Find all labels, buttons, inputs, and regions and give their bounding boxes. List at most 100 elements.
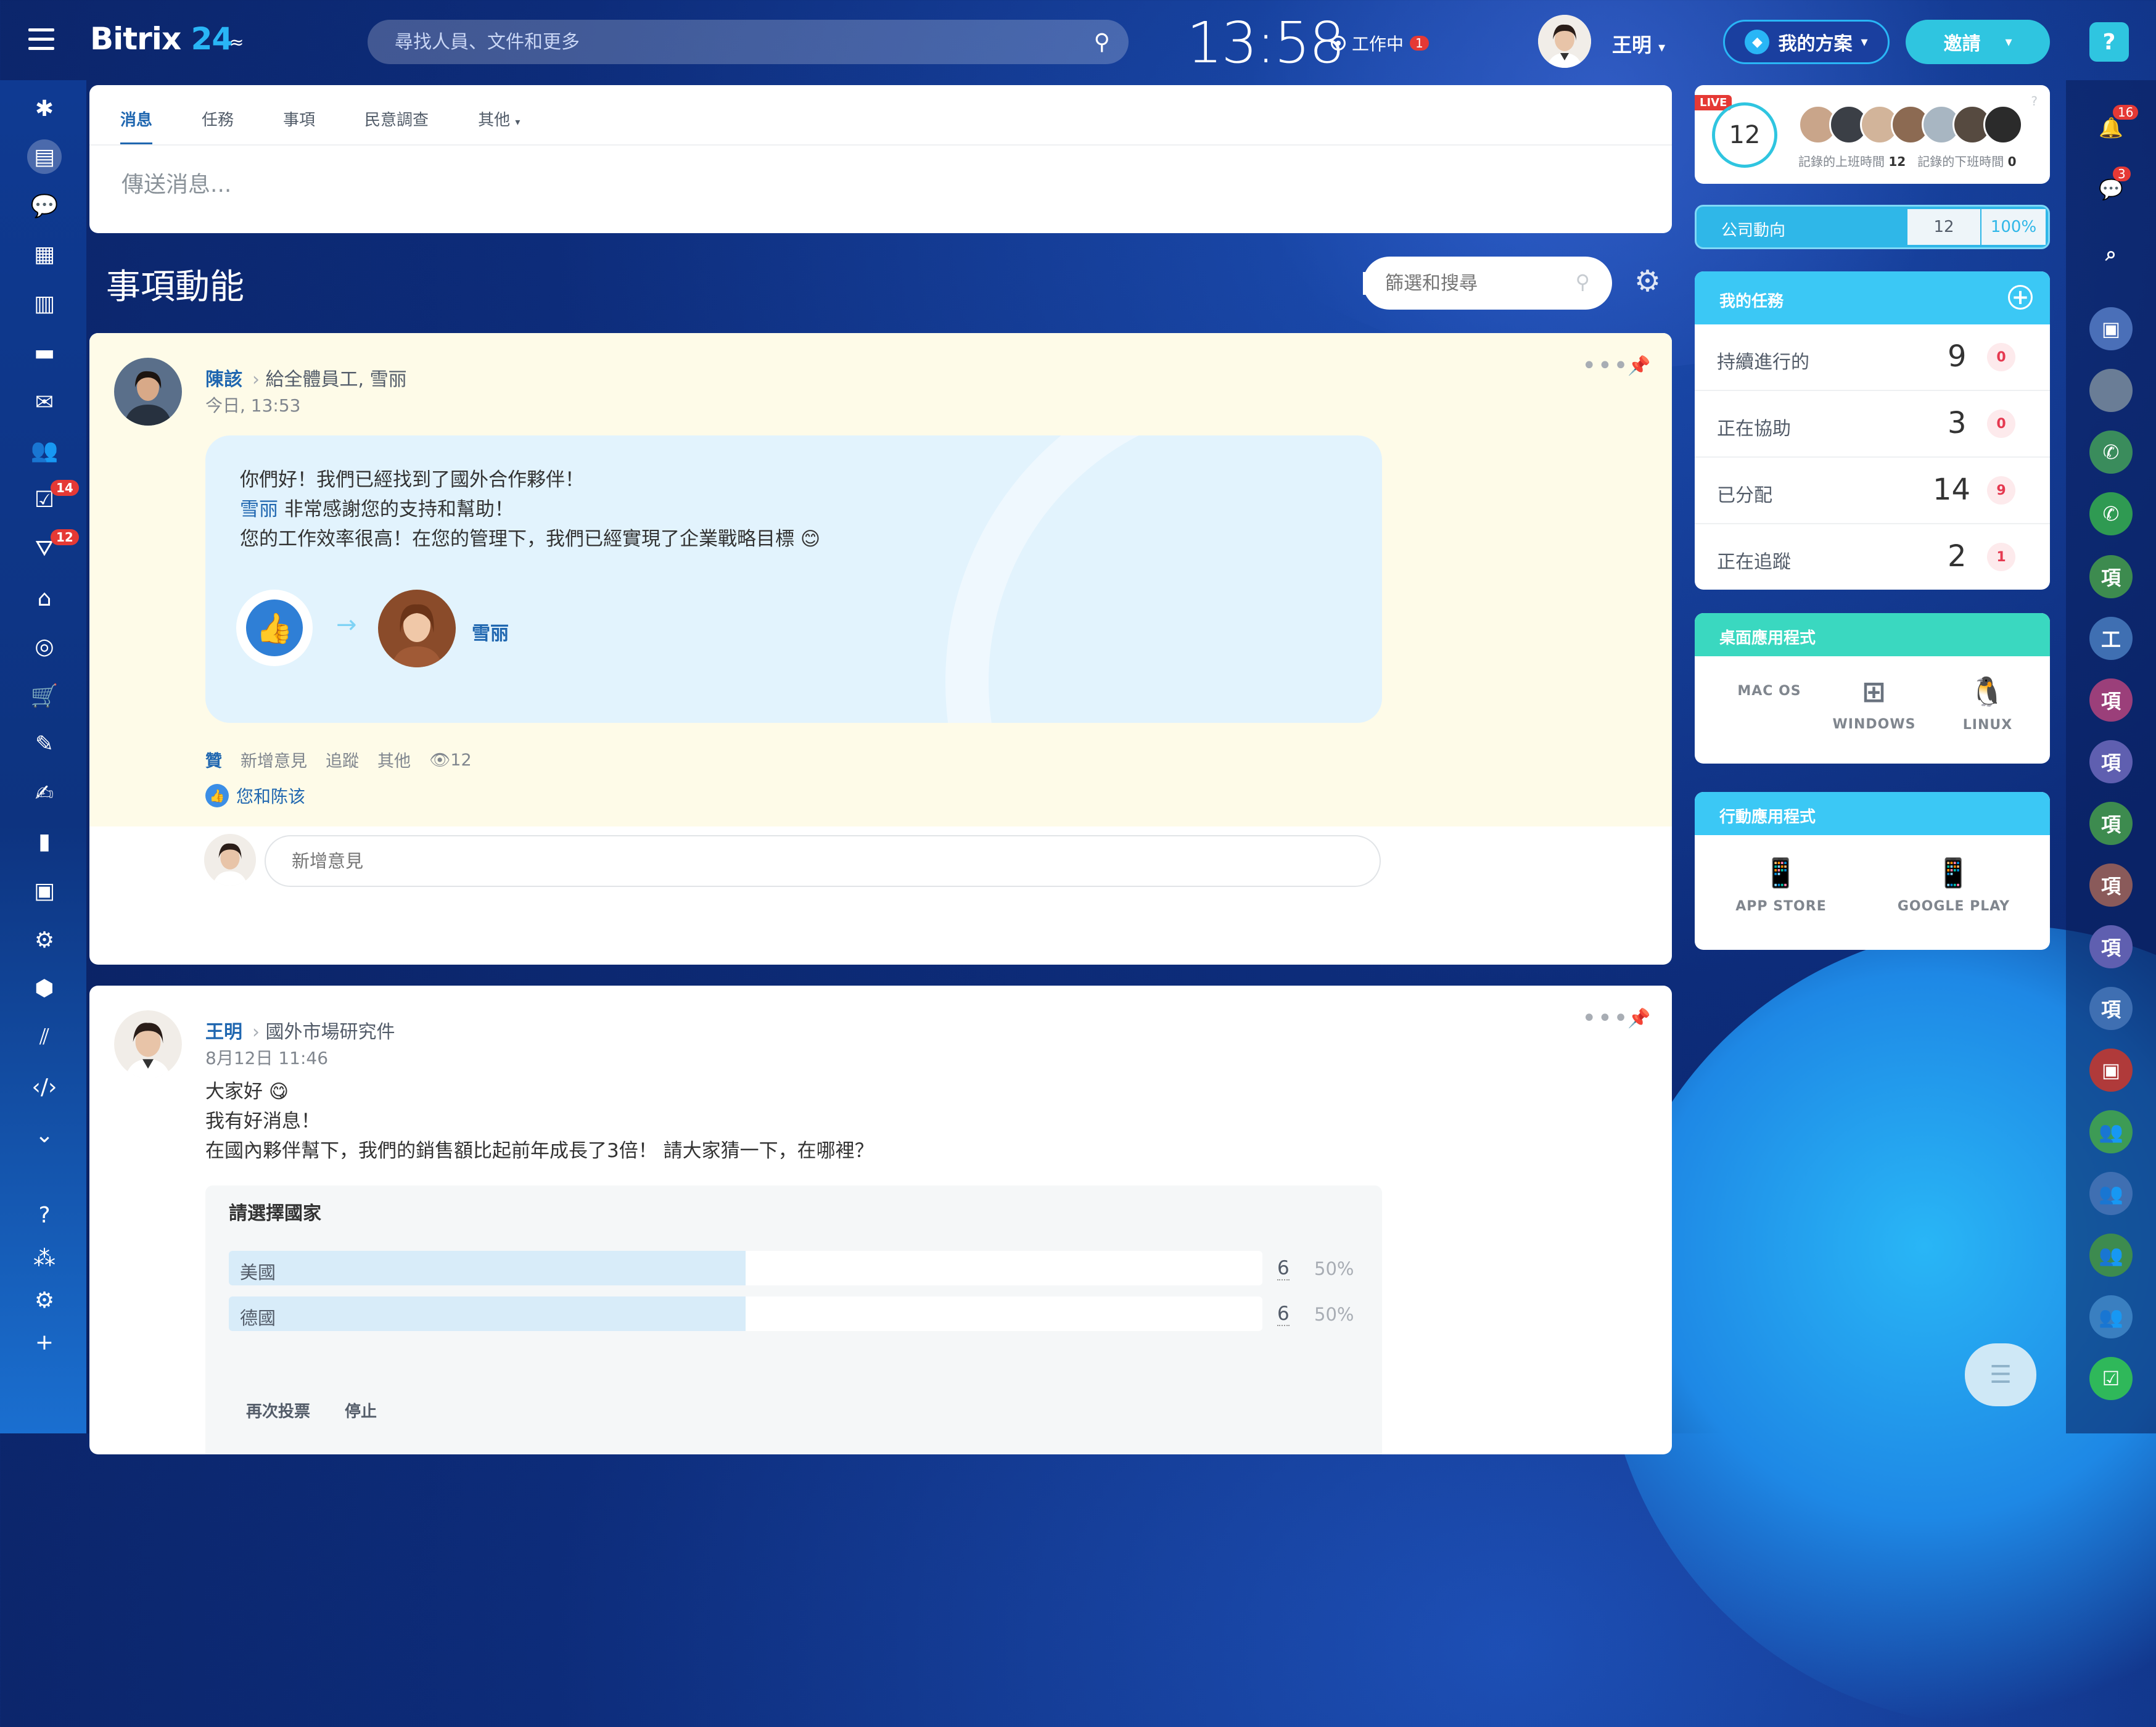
post-recipient[interactable]: › 國外市場研究件 (252, 1016, 395, 1044)
sidebar-add-icon[interactable]: + (27, 1325, 62, 1359)
sidebar-developer-icon[interactable]: ‹/› (27, 1070, 62, 1104)
mac-os-link[interactable]: MAC OS (1729, 675, 1809, 699)
sidebar-drive-icon[interactable]: ▬ (27, 336, 62, 370)
sidebar-target-icon[interactable]: ◎ (27, 629, 62, 664)
recipient-avatar[interactable] (378, 590, 456, 667)
sidebar-documents-icon[interactable]: ▥ (27, 286, 62, 321)
search-input[interactable] (368, 30, 1050, 54)
more-icon[interactable]: ••• (1582, 352, 1629, 380)
sidebar-groups-icon[interactable]: 👥 (27, 433, 62, 468)
stop-poll-button[interactable]: 停止 (345, 1399, 377, 1422)
follow-button[interactable]: 追蹤 (326, 748, 359, 772)
my-tasks-header[interactable]: 我的任務 + (1695, 271, 2050, 324)
recent-chat-item[interactable]: 項 (2089, 987, 2133, 1030)
user-menu[interactable]: 王明 ▾ (1612, 30, 1665, 58)
search-icon[interactable]: ⌕ (2089, 232, 2133, 275)
comment-button[interactable]: 新增意見 (241, 748, 307, 772)
message-input[interactable] (120, 171, 1603, 198)
menu-icon[interactable] (28, 28, 54, 51)
group-icon[interactable]: 👥 (2089, 1295, 2133, 1338)
gear-icon[interactable]: ⚙ (1634, 264, 1661, 299)
group-icon[interactable]: 👥 (2089, 1234, 2133, 1277)
post-author[interactable]: 王明 (205, 1016, 242, 1044)
contact-card-icon[interactable]: ▣ (2089, 1049, 2133, 1092)
group-icon[interactable]: 👥 (2089, 1110, 2133, 1153)
windows-link[interactable]: ⊞ WINDOWS (1828, 675, 1920, 732)
post-time[interactable]: 今日, 13:53 (205, 392, 301, 417)
work-status[interactable]: 工作中 1 (1331, 31, 1429, 56)
poll-option-count[interactable]: 6 (1277, 1303, 1290, 1326)
recipient-name[interactable]: 雪丽 (472, 618, 509, 645)
recent-chat-item[interactable]: 項 (2089, 678, 2133, 722)
poll-option[interactable]: 美國 (229, 1251, 1262, 1285)
phone-icon[interactable]: ✆ (2089, 431, 2133, 474)
recent-chat-item[interactable]: 項 (2089, 740, 2133, 783)
google-play-link[interactable]: 📱 GOOGLE PLAY (1892, 856, 2015, 914)
contact-card-icon[interactable]: ▣ (2089, 307, 2133, 350)
sidebar-reports-icon[interactable]: ▮ (27, 824, 62, 859)
chat-fab-button[interactable]: ☰ (1965, 1343, 2036, 1406)
sidebar-help-icon[interactable]: ? (27, 1198, 62, 1232)
logo[interactable]: Bitrix 24 (90, 21, 233, 57)
task-row[interactable]: 持續進行的 9 0 (1695, 324, 2050, 391)
sidebar-calendar-icon[interactable]: ▦ (27, 237, 62, 271)
search-bar[interactable]: ⚲ (368, 20, 1129, 64)
search-icon[interactable]: ⚲ (1094, 30, 1110, 55)
help-button[interactable]: ? (2089, 22, 2129, 62)
sidebar-more-icon[interactable]: ⌄ (27, 1118, 62, 1152)
recent-chat-item[interactable]: 工 (2089, 617, 2133, 660)
comment-field[interactable] (265, 835, 1381, 887)
sidebar-feed-icon[interactable]: ✱ (27, 91, 62, 126)
sidebar-chat-icon[interactable]: 💬 (27, 189, 62, 223)
tab-task[interactable]: 任務 (202, 107, 234, 145)
sidebar-contacts-icon[interactable]: ▣ (27, 873, 62, 908)
chevron-down-icon[interactable]: ▾ (2005, 35, 2012, 50)
online-users[interactable] (1798, 105, 2023, 144)
tab-event[interactable]: 事項 (283, 107, 315, 145)
poll-option[interactable]: 德國 (229, 1296, 1262, 1331)
stream-filter[interactable]: ⚲ (1363, 257, 1612, 310)
recent-chat-item[interactable]: 項 (2089, 802, 2133, 845)
more-icon[interactable]: ••• (1582, 1004, 1629, 1032)
add-task-icon[interactable]: + (2008, 285, 2033, 310)
post-time[interactable]: 8月12日 11:46 (205, 1045, 328, 1070)
sidebar-company-icon[interactable]: ⌂ (27, 581, 62, 616)
task-row[interactable]: 已分配 14 9 (1695, 458, 2050, 524)
sidebar-sites-icon[interactable]: ⫽ (27, 1020, 62, 1055)
company-pulse[interactable]: 公司動向 12 100% (1695, 205, 2050, 249)
post-author[interactable]: 陳該 (205, 364, 242, 391)
my-plan-button[interactable]: ◆ 我的方案 ▾ (1723, 20, 1890, 64)
pin-icon[interactable]: 📌 (1627, 1008, 1650, 1029)
task-row[interactable]: 正在協助 3 0 (1695, 391, 2050, 458)
like-button[interactable]: 贊 (205, 748, 222, 772)
sidebar-cart-icon[interactable]: 🛒 (27, 678, 62, 713)
logo-settings-icon[interactable]: ≈ (229, 32, 244, 52)
sidebar-news-icon[interactable]: ▤ (27, 139, 62, 174)
more-button[interactable]: 其他 (377, 748, 411, 772)
sidebar-mail-icon[interactable]: ✉ (27, 385, 62, 419)
checkbox-icon[interactable]: ☑ (2089, 1357, 2133, 1400)
group-icon[interactable]: 👥 (2089, 1172, 2133, 1215)
phone-icon[interactable]: ✆ (2089, 492, 2133, 535)
pin-icon[interactable]: 📌 (1627, 355, 1650, 377)
poll-option-count[interactable]: 6 (1277, 1257, 1290, 1280)
filter-input[interactable] (1363, 271, 1571, 295)
likers[interactable]: 👍 您和陈该 (205, 783, 305, 808)
sidebar-form-icon[interactable]: ✎ (27, 727, 62, 761)
avatar[interactable] (2089, 369, 2133, 412)
tab-poll[interactable]: 民意調查 (364, 107, 429, 145)
recent-chat-item[interactable]: 項 (2089, 864, 2133, 907)
search-icon[interactable]: ⚲ (1576, 270, 1590, 294)
sidebar-structure-icon[interactable]: ⁂ (27, 1241, 62, 1276)
recent-chat-item[interactable]: 項 (2089, 555, 2133, 598)
live-timeman-widget[interactable]: LIVE 12 記錄的上班時間 12 記錄的下班時間 0 ? (1695, 85, 2050, 184)
post-recipient[interactable]: › 給全體員工, 雪丽 (252, 364, 407, 391)
sidebar-robot-icon[interactable]: ⚙ (27, 923, 62, 957)
sidebar-settings-icon[interactable]: ⚙ (27, 1283, 62, 1317)
sidebar-sign-icon[interactable]: ✍ (27, 776, 62, 810)
tab-message[interactable]: 消息 (120, 107, 153, 145)
app-store-link[interactable]: 📱 APP STORE (1732, 856, 1830, 914)
mention-link[interactable]: 雪丽 (240, 498, 278, 521)
revote-button[interactable]: 再次投票 (246, 1399, 310, 1422)
linux-link[interactable]: 🐧 LINUX (1948, 675, 2028, 733)
